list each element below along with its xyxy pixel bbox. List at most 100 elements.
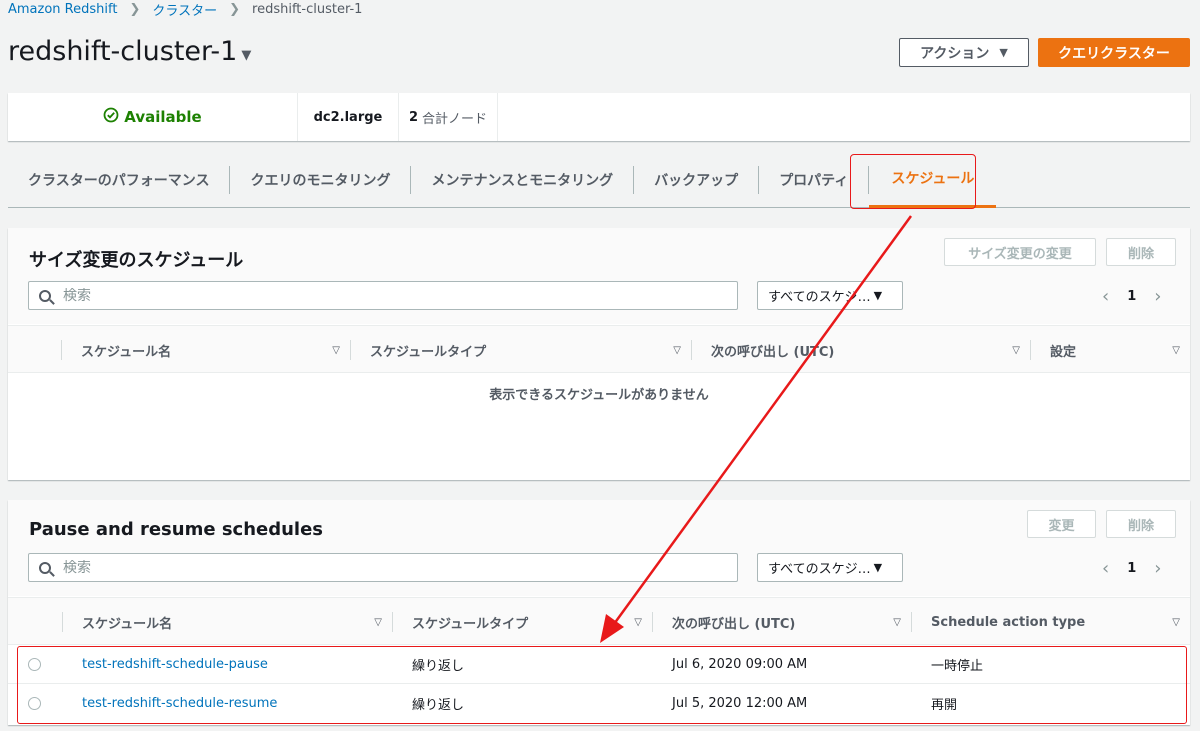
resize-search-field[interactable] [28, 281, 738, 310]
actions-button-label: アクション [920, 45, 990, 62]
resize-panel-title: サイズ変更のスケジュール [29, 250, 244, 271]
node-count-value: 2 [408, 109, 419, 125]
sort-icon[interactable]: ▽ [332, 345, 340, 356]
column-header-name[interactable]: スケジュール名 ▽ [62, 598, 392, 646]
breadcrumb: Amazon Redshift ❯ クラスター ❯ redshift-clust… [8, 0, 363, 19]
resize-page-number[interactable]: 1 [1127, 289, 1136, 304]
chevron-right-icon[interactable]: › [1154, 558, 1161, 579]
column-header-label: 次の呼び出し (UTC) [711, 344, 835, 360]
chevron-right-icon: ❯ [129, 1, 141, 17]
check-circle-icon [103, 107, 119, 127]
tab-bar: クラスターのパフォーマンス クエリのモニタリング メンテナンスとモニタリング バ… [8, 152, 1190, 208]
tab-cluster-performance[interactable]: クラスターのパフォーマンス [8, 165, 231, 194]
breadcrumb-current: redshift-cluster-1 [252, 1, 363, 17]
pause-pagination: ‹ 1 › [1102, 558, 1161, 579]
tab-properties[interactable]: プロパティ [759, 165, 870, 194]
resize-search-input[interactable] [63, 287, 663, 304]
delete-pause-button[interactable]: 削除 [1106, 510, 1176, 538]
caret-down-icon: ▼ [873, 561, 883, 574]
tab-backup[interactable]: バックアップ [634, 165, 760, 194]
column-header-label: スケジュール名 [81, 344, 172, 360]
cluster-status-bar: Available dc2.large 2 合計ノード [8, 93, 1190, 141]
pause-panel-title: Pause and resume schedules [29, 519, 324, 540]
radio-icon[interactable] [28, 697, 41, 710]
schedule-action: 一時停止 [931, 659, 984, 674]
column-header-next[interactable]: 次の呼び出し (UTC) ▽ [652, 598, 911, 646]
column-header-label: Schedule action type [931, 614, 1086, 630]
sort-icon[interactable]: ▽ [1172, 345, 1180, 356]
row-radio[interactable] [28, 684, 41, 723]
column-header-next[interactable]: 次の呼び出し (UTC) ▽ [691, 326, 1030, 374]
actions-button[interactable]: アクション ▼ [899, 38, 1029, 67]
delete-resize-button[interactable]: 削除 [1106, 238, 1176, 266]
table-row[interactable]: test-redshift-schedule-resume 繰り返し Jul 5… [8, 684, 1190, 723]
sort-icon[interactable]: ▽ [673, 345, 681, 356]
tab-query-monitoring[interactable]: クエリのモニタリング [230, 165, 412, 194]
resize-table-header: スケジュール名 ▽ スケジュールタイプ ▽ 次の呼び出し (UTC) ▽ 設定 … [8, 325, 1190, 373]
tab-schedule[interactable]: スケジュール [869, 152, 997, 208]
column-header-type[interactable]: スケジュールタイプ ▽ [350, 326, 691, 374]
pause-filter-select[interactable]: すべてのスケジ… ▼ [757, 553, 903, 582]
pause-page-number[interactable]: 1 [1127, 561, 1136, 576]
page-title-text: redshift-cluster-1 [8, 36, 238, 67]
pause-search-field[interactable] [28, 553, 738, 582]
node-count-label: 合計ノード [422, 111, 488, 127]
schedule-name-link[interactable]: test-redshift-schedule-pause [82, 645, 268, 684]
breadcrumb-link-redshift[interactable]: Amazon Redshift [8, 2, 117, 17]
page-title[interactable]: redshift-cluster-1 ▼ [8, 36, 251, 67]
schedule-action: 再開 [931, 698, 958, 713]
resize-panel-header: サイズ変更のスケジュール サイズ変更の変更 削除 すべてのスケジ… ▼ ‹ 1 … [8, 228, 1190, 324]
query-cluster-button-label: クエリクラスター [1058, 45, 1170, 62]
column-header-label: スケジュールタイプ [370, 344, 487, 360]
resize-filter-value: すべてのスケジ… [768, 290, 871, 305]
node-count: 2 合計ノード [399, 93, 498, 141]
column-header-type[interactable]: スケジュールタイプ ▽ [392, 598, 652, 646]
query-cluster-button[interactable]: クエリクラスター [1038, 38, 1190, 67]
pause-filter-value: すべてのスケジ… [768, 562, 871, 577]
column-header-label: 設定 [1050, 344, 1077, 360]
sort-icon[interactable]: ▽ [893, 617, 901, 628]
pause-table-header: スケジュール名 ▽ スケジュールタイプ ▽ 次の呼び出し (UTC) ▽ Sch… [8, 597, 1190, 645]
pause-search-input[interactable] [63, 559, 663, 576]
breadcrumb-link-clusters[interactable]: クラスター [152, 0, 217, 19]
caret-down-icon: ▼ [241, 48, 252, 63]
column-header-name[interactable]: スケジュール名 ▽ [61, 326, 350, 374]
schedule-type: 繰り返し [412, 698, 465, 713]
tab-maintenance[interactable]: メンテナンスとモニタリング [411, 165, 635, 194]
resize-schedule-panel: サイズ変更のスケジュール サイズ変更の変更 削除 すべてのスケジ… ▼ ‹ 1 … [8, 228, 1190, 480]
resize-filter-select[interactable]: すべてのスケジ… ▼ [757, 281, 903, 310]
sort-icon[interactable]: ▽ [1172, 617, 1180, 628]
status-text: Available [124, 108, 202, 126]
status-available: Available [8, 93, 298, 141]
table-row[interactable]: test-redshift-schedule-pause 繰り返し Jul 6,… [8, 645, 1190, 684]
column-header-label: スケジュール名 [82, 616, 173, 632]
chevron-left-icon[interactable]: ‹ [1102, 558, 1109, 579]
schedule-type: 繰り返し [412, 659, 465, 674]
modify-pause-button[interactable]: 変更 [1027, 510, 1096, 538]
chevron-left-icon[interactable]: ‹ [1102, 286, 1109, 307]
search-icon [39, 289, 51, 302]
chevron-right-icon[interactable]: › [1154, 286, 1161, 307]
sort-icon[interactable]: ▽ [374, 617, 382, 628]
node-type: dc2.large [298, 93, 399, 141]
schedule-name-link[interactable]: test-redshift-schedule-resume [82, 684, 277, 723]
resize-pagination: ‹ 1 › [1102, 286, 1161, 307]
column-header-settings[interactable]: 設定 ▽ [1030, 326, 1190, 374]
search-icon [39, 561, 51, 574]
schedule-next: Jul 6, 2020 09:00 AM [672, 657, 808, 672]
schedule-next: Jul 5, 2020 12:00 AM [672, 696, 808, 711]
empty-table-message: 表示できるスケジュールがありません [489, 388, 709, 403]
row-radio[interactable] [28, 645, 41, 684]
radio-icon[interactable] [28, 658, 41, 671]
pause-panel-header: Pause and resume schedules 変更 削除 すべてのスケジ… [8, 500, 1190, 596]
pause-resume-panel: Pause and resume schedules 変更 削除 すべてのスケジ… [8, 500, 1190, 725]
chevron-right-icon: ❯ [229, 1, 241, 17]
caret-down-icon: ▼ [999, 46, 1008, 59]
modify-resize-button[interactable]: サイズ変更の変更 [944, 238, 1096, 266]
sort-icon[interactable]: ▽ [1012, 345, 1020, 356]
column-header-action-type[interactable]: Schedule action type ▽ [911, 598, 1190, 646]
caret-down-icon: ▼ [873, 289, 883, 302]
column-header-label: スケジュールタイプ [412, 616, 529, 632]
column-header-label: 次の呼び出し (UTC) [672, 616, 796, 632]
sort-icon[interactable]: ▽ [634, 617, 642, 628]
